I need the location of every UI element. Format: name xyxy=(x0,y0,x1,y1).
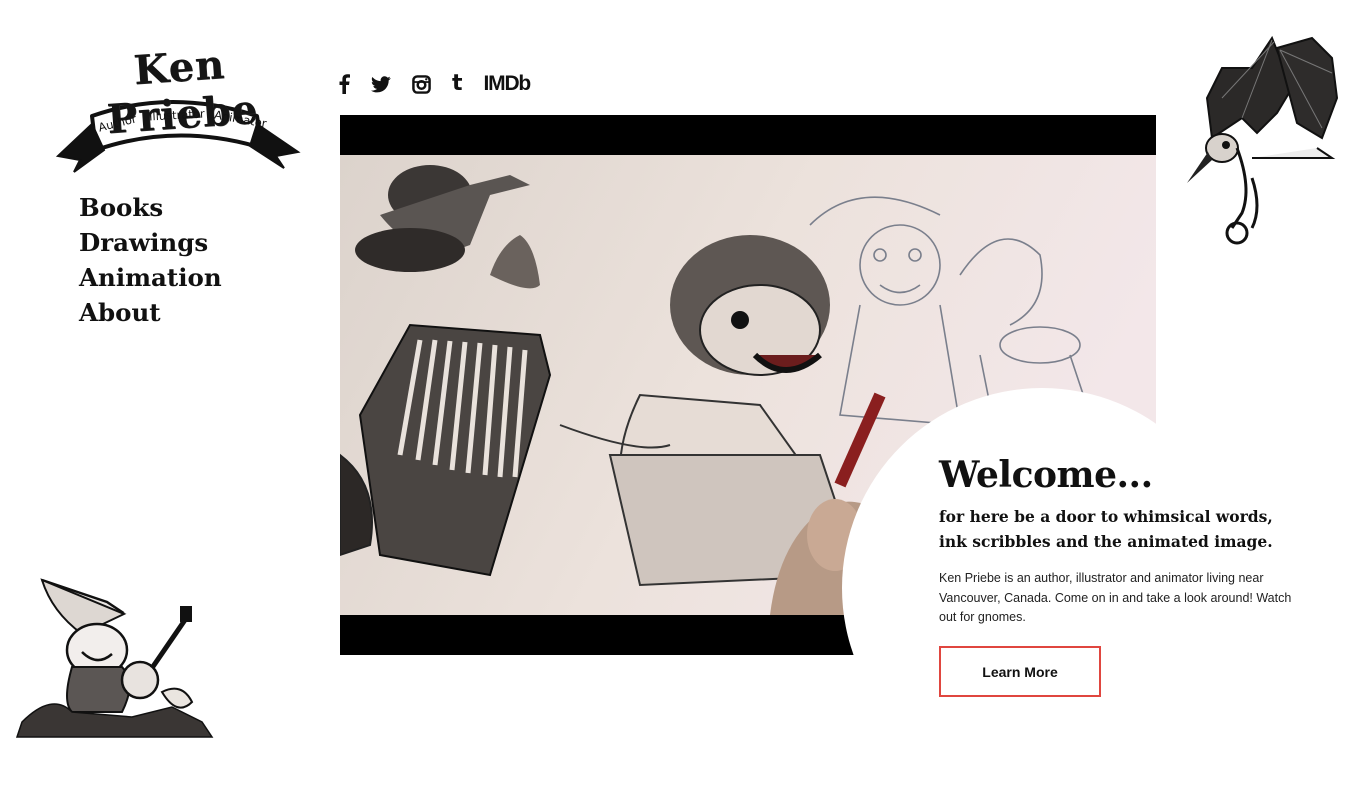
instagram-icon[interactable] xyxy=(412,74,431,94)
logo-ribbon-illustrator: Illustrator xyxy=(148,106,205,124)
site-logo[interactable]: Ken Priebe Author Illustrator Animator xyxy=(52,38,304,174)
main-nav: Books Drawings Animation About xyxy=(79,190,222,330)
twitter-icon[interactable] xyxy=(371,75,391,93)
imdb-link[interactable]: IMDb xyxy=(484,72,532,96)
gnome-banjo-illustration xyxy=(12,572,222,745)
welcome-bio: Ken Priebe is an author, illustrator and… xyxy=(939,571,1292,624)
nav-item-animation[interactable]: Animation xyxy=(79,260,222,295)
social-links: t IMDb xyxy=(338,72,532,96)
nav-item-about[interactable]: About xyxy=(79,295,222,330)
welcome-heading: Welcome... xyxy=(939,454,1153,496)
learn-more-button[interactable]: Learn More xyxy=(939,646,1101,697)
welcome-tagline: for here be a door to whimsical words, i… xyxy=(939,507,1273,551)
bat-creature-illustration xyxy=(1182,28,1342,255)
welcome-section: Welcome... for here be a door to whimsic… xyxy=(939,452,1309,628)
nav-item-drawings[interactable]: Drawings xyxy=(79,225,222,260)
nav-item-books[interactable]: Books xyxy=(79,190,222,225)
facebook-icon[interactable] xyxy=(338,74,350,94)
tumblr-icon[interactable]: t xyxy=(452,73,463,95)
